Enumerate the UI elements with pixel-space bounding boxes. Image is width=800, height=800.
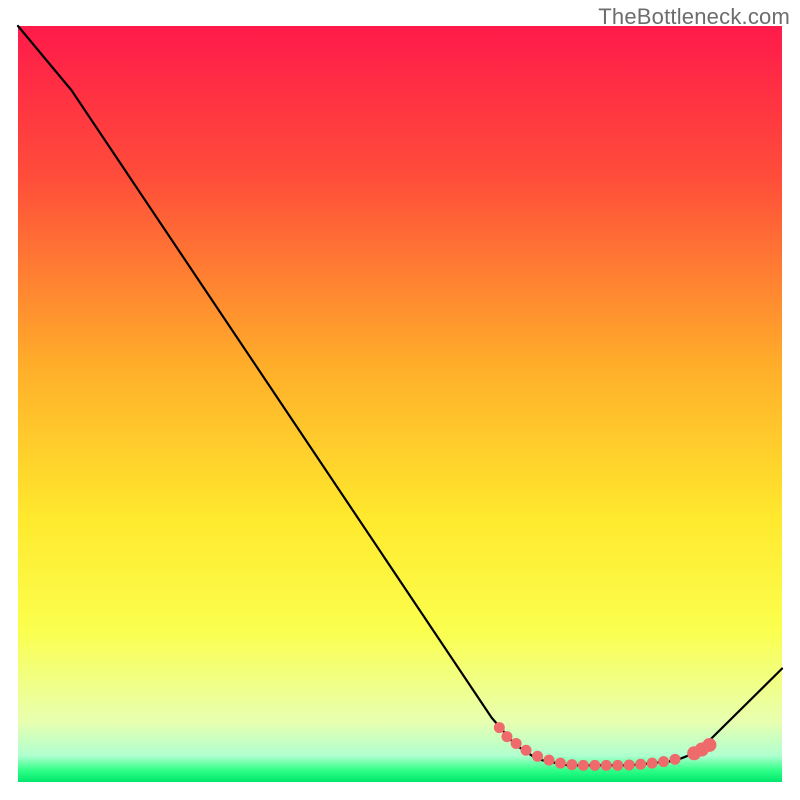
highlight-dot: [494, 722, 505, 733]
highlight-dot: [624, 759, 635, 770]
highlight-dot: [647, 758, 658, 769]
highlight-dot: [532, 751, 543, 762]
highlight-dot: [612, 760, 623, 771]
highlight-dot: [635, 759, 646, 770]
watermark-text: TheBottleneck.com: [598, 4, 790, 30]
highlight-dot: [578, 760, 589, 771]
highlight-dot: [511, 738, 522, 749]
chart-svg: [0, 0, 800, 800]
highlight-dot: [501, 731, 512, 742]
highlight-dot: [555, 758, 566, 769]
chart-container: TheBottleneck.com: [0, 0, 800, 800]
highlight-dot: [543, 755, 554, 766]
highlight-dot: [658, 756, 669, 767]
highlight-dot: [670, 754, 681, 765]
highlight-dot: [521, 745, 532, 756]
highlight-dot: [589, 760, 600, 771]
highlight-dot: [566, 759, 577, 770]
gradient-background: [18, 26, 782, 782]
highlight-dot: [702, 738, 716, 752]
highlight-dot: [601, 760, 612, 771]
